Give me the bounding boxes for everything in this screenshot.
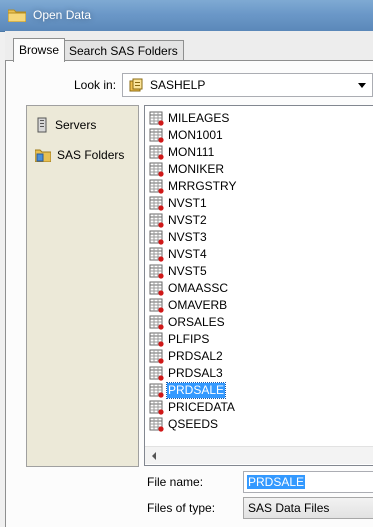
file-item[interactable]: NVST1 xyxy=(149,195,208,212)
file-item-label: MRRGSTRY xyxy=(168,179,237,193)
file-item[interactable]: QSEEDS xyxy=(149,416,219,433)
file-type-dropdown[interactable]: SAS Data Files xyxy=(243,497,373,519)
file-item-label: NVST3 xyxy=(168,230,207,244)
file-item[interactable]: NVST3 xyxy=(149,229,208,246)
sas-table-icon xyxy=(149,400,164,415)
file-item[interactable]: PRDSAL2 xyxy=(149,348,224,365)
file-item[interactable]: OMAVERB xyxy=(149,297,228,314)
file-item-label: OMAVERB xyxy=(168,298,228,312)
file-item[interactable]: MON111 xyxy=(149,144,215,161)
sas-table-icon xyxy=(149,417,164,432)
places-bar: Servers SAS Folders xyxy=(26,105,139,467)
file-item-label: NVST4 xyxy=(168,247,207,261)
file-item[interactable]: ORSALES xyxy=(149,314,226,331)
window-title: Open Data xyxy=(33,8,92,22)
file-item-label: PRDSAL3 xyxy=(168,366,223,380)
sas-table-icon xyxy=(149,315,164,330)
sas-folders-icon xyxy=(35,149,51,162)
file-name-value: PRDSALE xyxy=(247,475,306,489)
place-label: SAS Folders xyxy=(57,148,125,162)
file-item-label: MON1001 xyxy=(168,128,223,142)
sas-table-icon xyxy=(149,366,164,381)
sas-table-icon xyxy=(149,128,164,143)
sas-table-icon xyxy=(149,281,164,296)
file-type-value: SAS Data Files xyxy=(248,501,330,515)
file-item-label: ORSALES xyxy=(168,315,225,329)
file-item[interactable]: OMAASSC xyxy=(149,280,229,297)
file-item-label: NVST2 xyxy=(168,213,207,227)
sas-table-icon xyxy=(149,213,164,228)
look-in-dropdown[interactable]: SASHELP xyxy=(122,73,373,97)
sas-table-icon xyxy=(149,247,164,262)
file-item-label: MON111 xyxy=(168,145,215,159)
library-icon xyxy=(129,78,143,92)
place-label: Servers xyxy=(55,118,97,132)
folder-icon xyxy=(8,9,26,22)
chevron-down-icon[interactable] xyxy=(358,83,366,88)
file-item[interactable]: PRDSAL3 xyxy=(149,365,224,382)
sas-table-icon xyxy=(149,179,164,194)
sas-table-icon xyxy=(149,145,164,160)
file-item[interactable]: MILEAGES xyxy=(149,110,230,127)
file-item[interactable]: PRICEDATA xyxy=(149,399,236,416)
file-item-label: QSEEDS xyxy=(168,417,219,431)
scroll-left-icon[interactable] xyxy=(152,452,156,460)
sas-table-icon xyxy=(149,196,164,211)
file-item[interactable]: NVST2 xyxy=(149,212,208,229)
file-list[interactable]: MILEAGES MON1001 MON111 MONIKER MRRGSTRY NVST… xyxy=(144,105,373,466)
file-item-label: PRICEDATA xyxy=(168,400,235,414)
file-item[interactable]: PRDSALE xyxy=(149,382,227,399)
file-item-label: NVST1 xyxy=(168,196,207,210)
sas-table-icon xyxy=(149,349,164,364)
file-item[interactable]: PLFIPS xyxy=(149,331,210,348)
sas-table-icon xyxy=(149,298,164,313)
place-servers[interactable]: Servers xyxy=(35,116,96,134)
file-item-label: MONIKER xyxy=(168,162,225,176)
sas-table-icon xyxy=(149,383,164,398)
sas-table-icon xyxy=(149,162,164,177)
tab-search-sas-folders[interactable]: Search SAS Folders xyxy=(63,40,184,61)
file-item[interactable]: MON1001 xyxy=(149,127,224,144)
tab-browse[interactable]: Browse xyxy=(13,38,66,62)
file-item[interactable]: MRRGSTRY xyxy=(149,178,237,195)
sas-table-icon xyxy=(149,264,164,279)
file-name-label: File name: xyxy=(147,475,204,489)
sas-table-icon xyxy=(149,230,164,245)
file-item-label: PLFIPS xyxy=(168,332,210,346)
file-item-label: PRDSALE xyxy=(165,382,227,399)
file-item[interactable]: MONIKER xyxy=(149,161,225,178)
sas-table-icon xyxy=(149,111,164,126)
look-in-value: SASHELP xyxy=(150,78,206,92)
server-icon xyxy=(37,117,47,133)
file-name-input[interactable]: PRDSALE xyxy=(243,471,373,493)
file-type-label: Files of type: xyxy=(147,501,216,515)
title-bar: Open Data xyxy=(0,0,373,32)
file-item-label: PRDSAL2 xyxy=(168,349,223,363)
horizontal-scrollbar[interactable] xyxy=(145,446,373,464)
look-in-label: Look in: xyxy=(74,78,117,92)
file-item[interactable]: NVST5 xyxy=(149,263,208,280)
file-item[interactable]: NVST4 xyxy=(149,246,208,263)
file-item-label: OMAASSC xyxy=(168,281,229,295)
file-item-label: MILEAGES xyxy=(168,111,230,125)
file-item-label: NVST5 xyxy=(168,264,207,278)
sas-table-icon xyxy=(149,332,164,347)
place-sas-folders[interactable]: SAS Folders xyxy=(35,146,124,164)
